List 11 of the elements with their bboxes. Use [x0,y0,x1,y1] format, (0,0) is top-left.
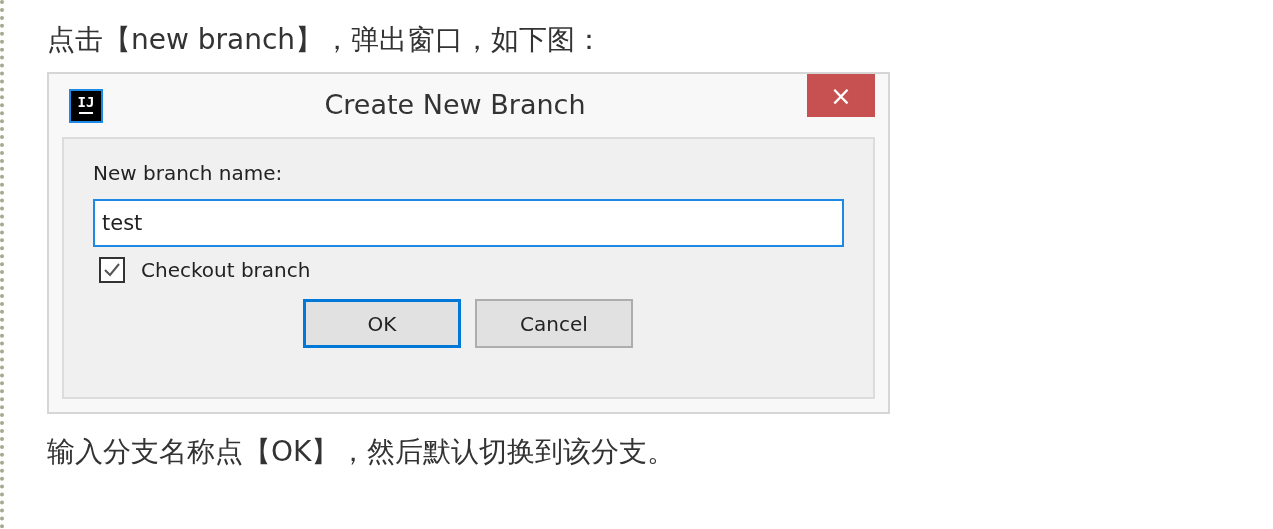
window-title: Create New Branch [323,89,587,120]
intro-text: 点击【new branch】，弹出窗口，如下图： [47,22,605,58]
checkbox[interactable] [99,257,125,283]
outro-text: 输入分支名称点【OK】，然后默认切换到该分支。 [47,434,677,470]
ok-button[interactable]: OK [303,299,461,348]
checkbox-label[interactable]: Checkout branch [141,258,311,282]
app-icon: IJ [69,89,103,123]
field-label: New branch name: [93,161,284,185]
cancel-button[interactable]: Cancel [475,299,633,348]
branch-name-field[interactable]: test [93,199,844,247]
close-button[interactable]: × [807,74,875,117]
